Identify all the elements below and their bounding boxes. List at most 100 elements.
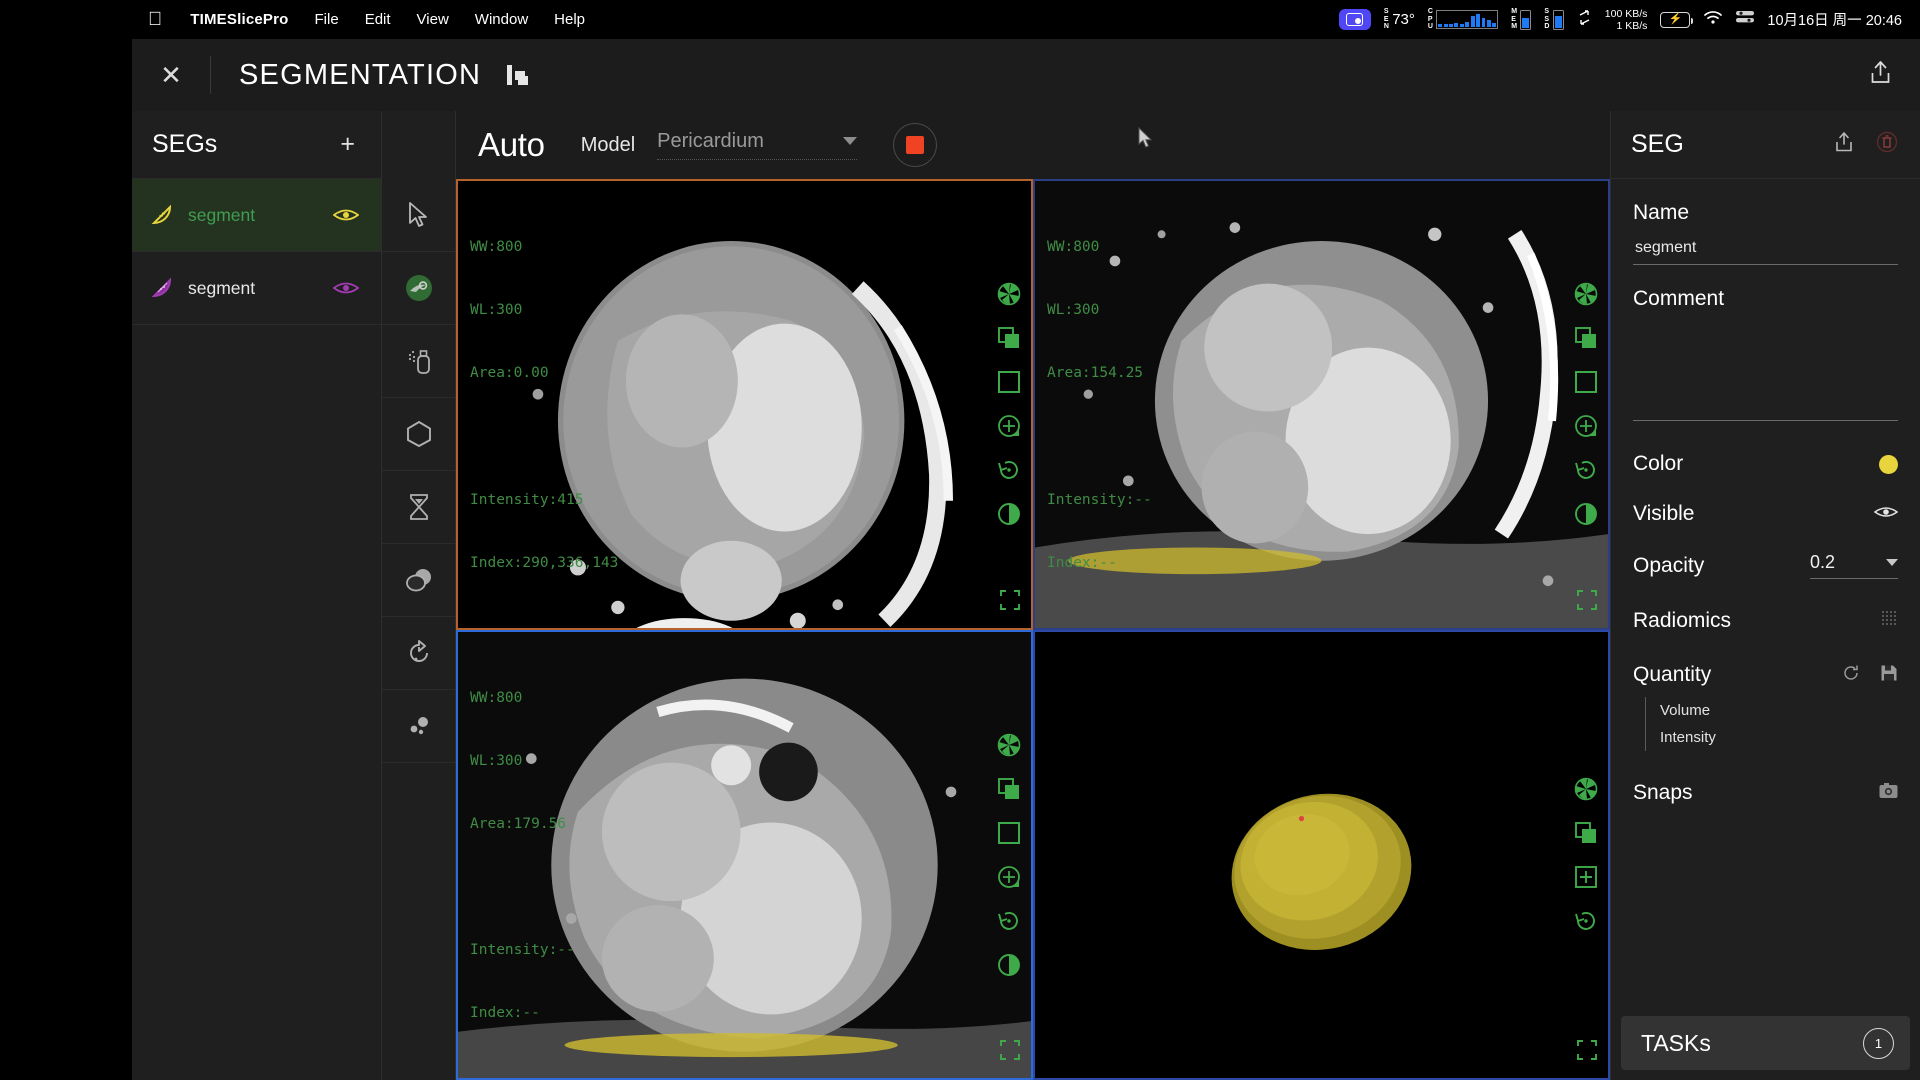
layout-grid-icon[interactable] [507, 65, 529, 85]
stop-record-icon [906, 136, 925, 154]
scatter-tool[interactable] [382, 690, 455, 763]
viewport-controls [1574, 282, 1598, 526]
fullscreen-icon[interactable] [999, 589, 1021, 616]
copy-layers-icon[interactable] [997, 326, 1021, 350]
battery-charging-icon[interactable]: ⚡ [1660, 11, 1694, 28]
viewport-coronal[interactable]: WW:800 WL:300 Area:154.25 Intensity:-- I… [1033, 179, 1610, 630]
menubar-datetime[interactable]: 10月16日 周一 20:46 [1767, 9, 1902, 30]
fullscreen-icon[interactable] [1576, 589, 1598, 616]
menu-item-help[interactable]: Help [554, 11, 585, 28]
grid-dots-icon[interactable] [1881, 610, 1898, 632]
refresh-icon[interactable] [1842, 664, 1860, 687]
tool-strip [382, 111, 456, 1080]
ssd-indicator[interactable]: SSD [1544, 8, 1564, 31]
segment-wedge-icon [150, 276, 174, 300]
color-swatch[interactable] [1879, 454, 1898, 474]
window-level-label: WL:300 [1047, 302, 1100, 318]
contrast-icon[interactable] [997, 953, 1021, 977]
fullscreen-icon[interactable] [999, 1039, 1021, 1066]
quantity-item-intensity[interactable]: Intensity [1660, 724, 1898, 751]
spray-tool[interactable] [382, 325, 455, 398]
copy-layers-icon[interactable] [1574, 326, 1598, 350]
snaps-row[interactable]: Snaps [1633, 781, 1898, 805]
intensity-label: Intensity:-- [470, 942, 575, 958]
aperture-icon[interactable] [997, 282, 1021, 306]
eye-icon[interactable] [332, 279, 360, 297]
square-icon[interactable] [1574, 370, 1598, 394]
boolean-tool[interactable] [382, 544, 455, 617]
aperture-icon[interactable] [1574, 282, 1598, 306]
plus-circle-icon[interactable] [1574, 414, 1598, 438]
index-label: Index:-- [1047, 554, 1117, 571]
list-item[interactable]: segment [132, 252, 381, 325]
quantity-item-volume[interactable]: Volume [1660, 697, 1898, 724]
trash-icon[interactable] [1876, 131, 1898, 158]
contrast-icon[interactable] [997, 502, 1021, 526]
control-center-icon[interactable] [1736, 10, 1755, 29]
viewport-controls [997, 282, 1021, 526]
close-icon[interactable]: ✕ [154, 58, 188, 92]
tasks-button[interactable]: TASKs 1 [1621, 1016, 1910, 1070]
pointer-tool[interactable] [382, 179, 455, 252]
stop-record-button[interactable] [893, 123, 938, 167]
comment-input[interactable] [1633, 321, 1898, 421]
radiomics-row[interactable]: Radiomics [1633, 609, 1898, 633]
add-seg-button[interactable]: + [340, 130, 355, 159]
radiomics-label: Radiomics [1633, 609, 1732, 632]
comment-label: Comment [1633, 287, 1725, 310]
square-icon[interactable] [997, 821, 1021, 845]
apple-logo-icon[interactable]:  [148, 10, 162, 29]
reset-rotate-icon[interactable] [1574, 458, 1598, 482]
viewport-axial[interactable]: WW:800 WL:300 Area:0.00 Intensity:415 In… [456, 179, 1033, 630]
viewport-sagittal[interactable]: WW:800 WL:300 Area:179.56 Intensity:-- I… [456, 629, 1033, 1080]
viewport-volume-3d[interactable] [1033, 629, 1610, 1080]
memory-indicator[interactable]: MEM [1511, 8, 1532, 31]
square-icon[interactable] [997, 370, 1021, 394]
list-item[interactable]: segment [132, 179, 381, 252]
copy-layers-icon[interactable] [997, 777, 1021, 801]
contrast-icon[interactable] [1574, 502, 1598, 526]
brush-tool[interactable] [382, 252, 455, 325]
camera-icon[interactable] [1879, 782, 1898, 804]
name-input[interactable] [1633, 235, 1898, 265]
wifi-icon[interactable] [1703, 10, 1723, 30]
save-disk-icon[interactable] [1880, 664, 1898, 687]
snaps-label: Snaps [1633, 781, 1693, 804]
copy-layers-icon[interactable] [1574, 821, 1598, 845]
export-share-icon[interactable] [1869, 60, 1892, 90]
volume-3d-render [1035, 631, 1608, 1079]
plus-square-icon[interactable] [1574, 865, 1598, 889]
fullscreen-icon[interactable] [1576, 1039, 1598, 1066]
sensor-temperature-indicator[interactable]: SEN 73° [1384, 8, 1415, 31]
undo-tool[interactable] [382, 617, 455, 690]
reset-rotate-icon[interactable] [997, 909, 1021, 933]
sensor-label-n: N [1383, 23, 1390, 31]
opacity-label: Opacity [1633, 553, 1705, 577]
window-width-label: WW:800 [470, 689, 523, 706]
network-transfer-icon[interactable] [1577, 9, 1592, 31]
polygon-tool[interactable] [382, 398, 455, 471]
eye-icon[interactable] [1873, 504, 1899, 525]
screen-share-icon[interactable] [1338, 9, 1371, 30]
model-select[interactable]: Pericardium [657, 130, 858, 160]
network-speed[interactable]: 100 KB/s 1 KB/s [1605, 8, 1648, 32]
threshold-tool[interactable] [382, 471, 455, 544]
eye-icon[interactable] [332, 206, 360, 224]
application-window: ✕ SEGMENTATION SEGs + segment segment Au… [132, 39, 1920, 1080]
window-width-label: WW:800 [1047, 239, 1100, 255]
opacity-select[interactable]: 0.2 [1810, 552, 1898, 579]
menu-item-edit[interactable]: Edit [365, 11, 391, 28]
menu-app-name[interactable]: TIMESlicePro [190, 11, 288, 28]
quantity-row[interactable]: Quantity [1633, 663, 1898, 687]
export-share-icon[interactable] [1834, 131, 1854, 158]
aperture-icon[interactable] [997, 733, 1021, 757]
reset-rotate-icon[interactable] [1574, 909, 1598, 933]
reset-rotate-icon[interactable] [997, 458, 1021, 482]
plus-circle-icon[interactable] [997, 414, 1021, 438]
menu-item-window[interactable]: Window [475, 11, 528, 28]
plus-circle-icon[interactable] [997, 865, 1021, 889]
aperture-icon[interactable] [1574, 777, 1598, 801]
menu-item-file[interactable]: File [315, 11, 339, 28]
cpu-indicator[interactable]: CPU [1428, 8, 1499, 31]
menu-item-view[interactable]: View [417, 11, 449, 28]
